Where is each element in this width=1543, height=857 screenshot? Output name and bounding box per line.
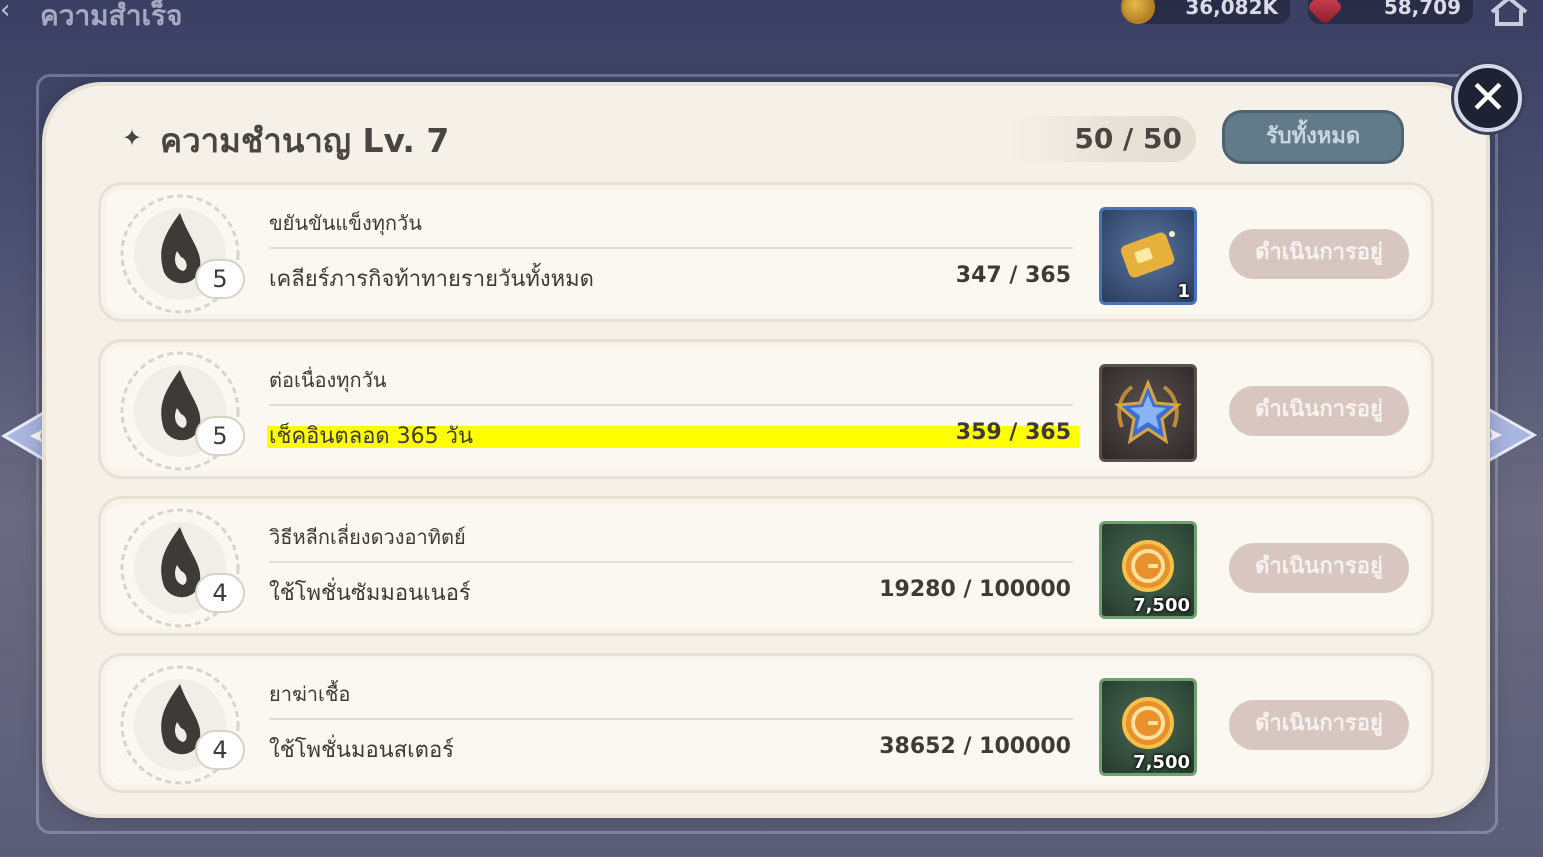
achievement-description: เคลียร์ภารกิจท้าทายรายวันทั้งหมด [269,267,594,292]
gem-amount: 58,709 [1383,0,1461,19]
reward-quantity: 1 [1177,281,1190,302]
achievement-description: ใช้โพชั่นซัมมอนเนอร์ [269,581,471,606]
gold-currency-display: 36,082K [1121,0,1290,24]
achievement-level: 4 [195,730,245,770]
reward-quantity: 7,500 [1133,752,1190,773]
achievement-progress: 19280 / 100000 [879,577,1071,602]
close-button[interactable]: ✕ [1454,64,1522,132]
in-progress-button[interactable]: ดำเนินการอยู่ [1229,386,1409,436]
achievement-title: ต่อเนื่องทุกวัน [269,368,387,392]
screen-title: ความสำเร็จ [40,0,183,32]
achievement-level: 5 [195,259,245,299]
mastery-panel: ✦ ความชำนาญ Lv. 7 50 / 50 รับทั้งหมด 5 ข… [46,86,1486,814]
in-progress-button[interactable]: ดำเนินการอยู่ [1229,229,1409,279]
divider [269,404,1073,406]
achievement-progress: 38652 / 100000 [879,734,1071,759]
achievement-card: 5 ขยันขันแข็งทุกวัน เคลียร์ภารกิจท้าทายร… [98,182,1434,322]
gold-amount: 36,082K [1185,0,1278,19]
reward-item[interactable]: 7,500 [1099,521,1197,619]
mastery-progress: 50 / 50 [1006,116,1196,162]
divider [269,247,1073,249]
achievement-progress: 359 / 365 [955,420,1071,445]
back-arrow-icon[interactable]: ‹ [0,0,30,24]
achievement-title: ยาฆ่าเชื้อ [269,682,351,706]
gem-currency-display: 58,709 [1306,0,1473,26]
achievement-card: 4 วิธีหลีกเลี่ยงดวงอาทิตย์ ใช้โพชั่นซัมม… [98,496,1434,636]
achievement-card: 4 ยาฆ่าเชื้อ ใช้โพชั่นมอนสเตอร์ 38652 / … [98,653,1434,793]
panel-title: ความชำนาญ Lv. 7 [160,121,450,160]
achievement-title: ขยันขันแข็งทุกวัน [269,211,422,235]
divider [269,718,1073,720]
achievement-description: ใช้โพชั่นมอนสเตอร์ [269,738,454,763]
reward-quantity: 7,500 [1133,595,1190,616]
achievement-card: 5 ต่อเนื่องทุกวัน เช็คอินตลอด 365 วัน 35… [98,339,1434,479]
reward-item[interactable]: 1 [1099,207,1197,305]
blue-star-medal-icon [1114,378,1182,445]
gold-coin-icon [1121,0,1155,24]
achievement-description: เช็คอินตลอด 365 วัน [269,424,474,449]
reward-item[interactable] [1099,364,1197,462]
achievement-level: 5 [195,416,245,456]
top-bar: ‹ ความสำเร็จ 36,082K 58,709 [0,0,1543,40]
divider [269,561,1073,563]
red-gem-icon [1306,0,1344,26]
in-progress-button[interactable]: ดำเนินการอยู่ [1229,700,1409,750]
achievement-title: วิธีหลีกเลี่ยงดวงอาทิตย์ [269,525,466,549]
reward-item[interactable]: 7,500 [1099,678,1197,776]
claim-all-button[interactable]: รับทั้งหมด [1222,110,1404,164]
achievement-level: 4 [195,573,245,613]
sparkle-icon: ✦ [122,124,143,152]
achievement-progress: 347 / 365 [955,263,1071,288]
in-progress-button[interactable]: ดำเนินการอยู่ [1229,543,1409,593]
home-icon[interactable] [1488,0,1530,26]
